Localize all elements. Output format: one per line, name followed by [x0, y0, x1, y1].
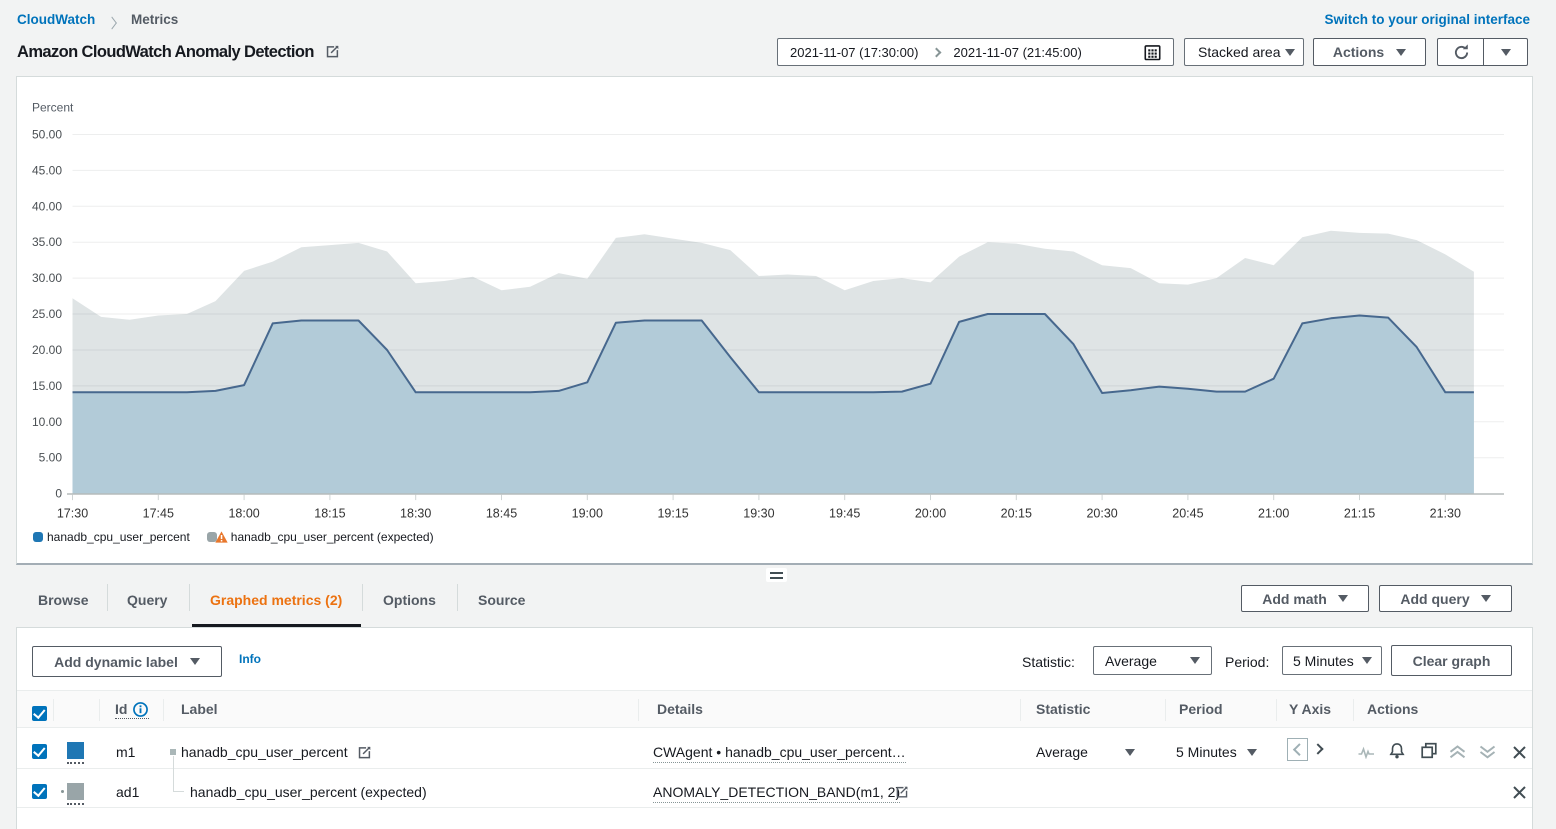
svg-text:18:15: 18:15: [314, 507, 345, 521]
svg-text:25.00: 25.00: [32, 307, 62, 321]
svg-text:17:45: 17:45: [143, 507, 174, 521]
svg-text:18:00: 18:00: [228, 507, 259, 521]
svg-text:10.00: 10.00: [32, 415, 62, 429]
svg-text:Percent: Percent: [32, 101, 74, 115]
svg-text:40.00: 40.00: [32, 199, 62, 213]
svg-text:18:45: 18:45: [486, 507, 517, 521]
svg-text:19:00: 19:00: [572, 507, 603, 521]
svg-text:20.00: 20.00: [32, 343, 62, 357]
svg-text:20:30: 20:30: [1086, 507, 1117, 521]
svg-text:15.00: 15.00: [32, 379, 62, 393]
svg-text:20:45: 20:45: [1172, 507, 1203, 521]
svg-text:19:15: 19:15: [657, 507, 688, 521]
svg-text:21:15: 21:15: [1344, 507, 1375, 521]
svg-text:19:30: 19:30: [743, 507, 774, 521]
svg-text:45.00: 45.00: [32, 163, 62, 177]
svg-text:18:30: 18:30: [400, 507, 431, 521]
svg-text:0: 0: [55, 487, 62, 501]
svg-text:19:45: 19:45: [829, 507, 860, 521]
svg-text:21:00: 21:00: [1258, 507, 1289, 521]
svg-text:20:00: 20:00: [915, 507, 946, 521]
svg-text:50.00: 50.00: [32, 128, 62, 142]
svg-text:21:30: 21:30: [1430, 507, 1461, 521]
svg-text:30.00: 30.00: [32, 271, 62, 285]
svg-text:17:30: 17:30: [57, 507, 88, 521]
svg-text:35.00: 35.00: [32, 235, 62, 249]
svg-text:20:15: 20:15: [1001, 507, 1032, 521]
svg-text:5.00: 5.00: [39, 451, 63, 465]
